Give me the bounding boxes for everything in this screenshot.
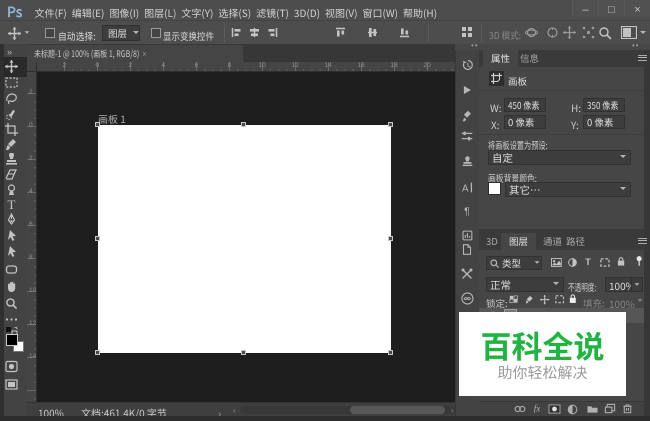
- svg-text:fx: fx: [534, 404, 542, 413]
- svg-text:T: T: [8, 198, 16, 211]
- svg-text:A: A: [462, 183, 469, 193]
- svg-text:T: T: [585, 257, 591, 266]
- svg-text:¶: ¶: [464, 205, 470, 216]
